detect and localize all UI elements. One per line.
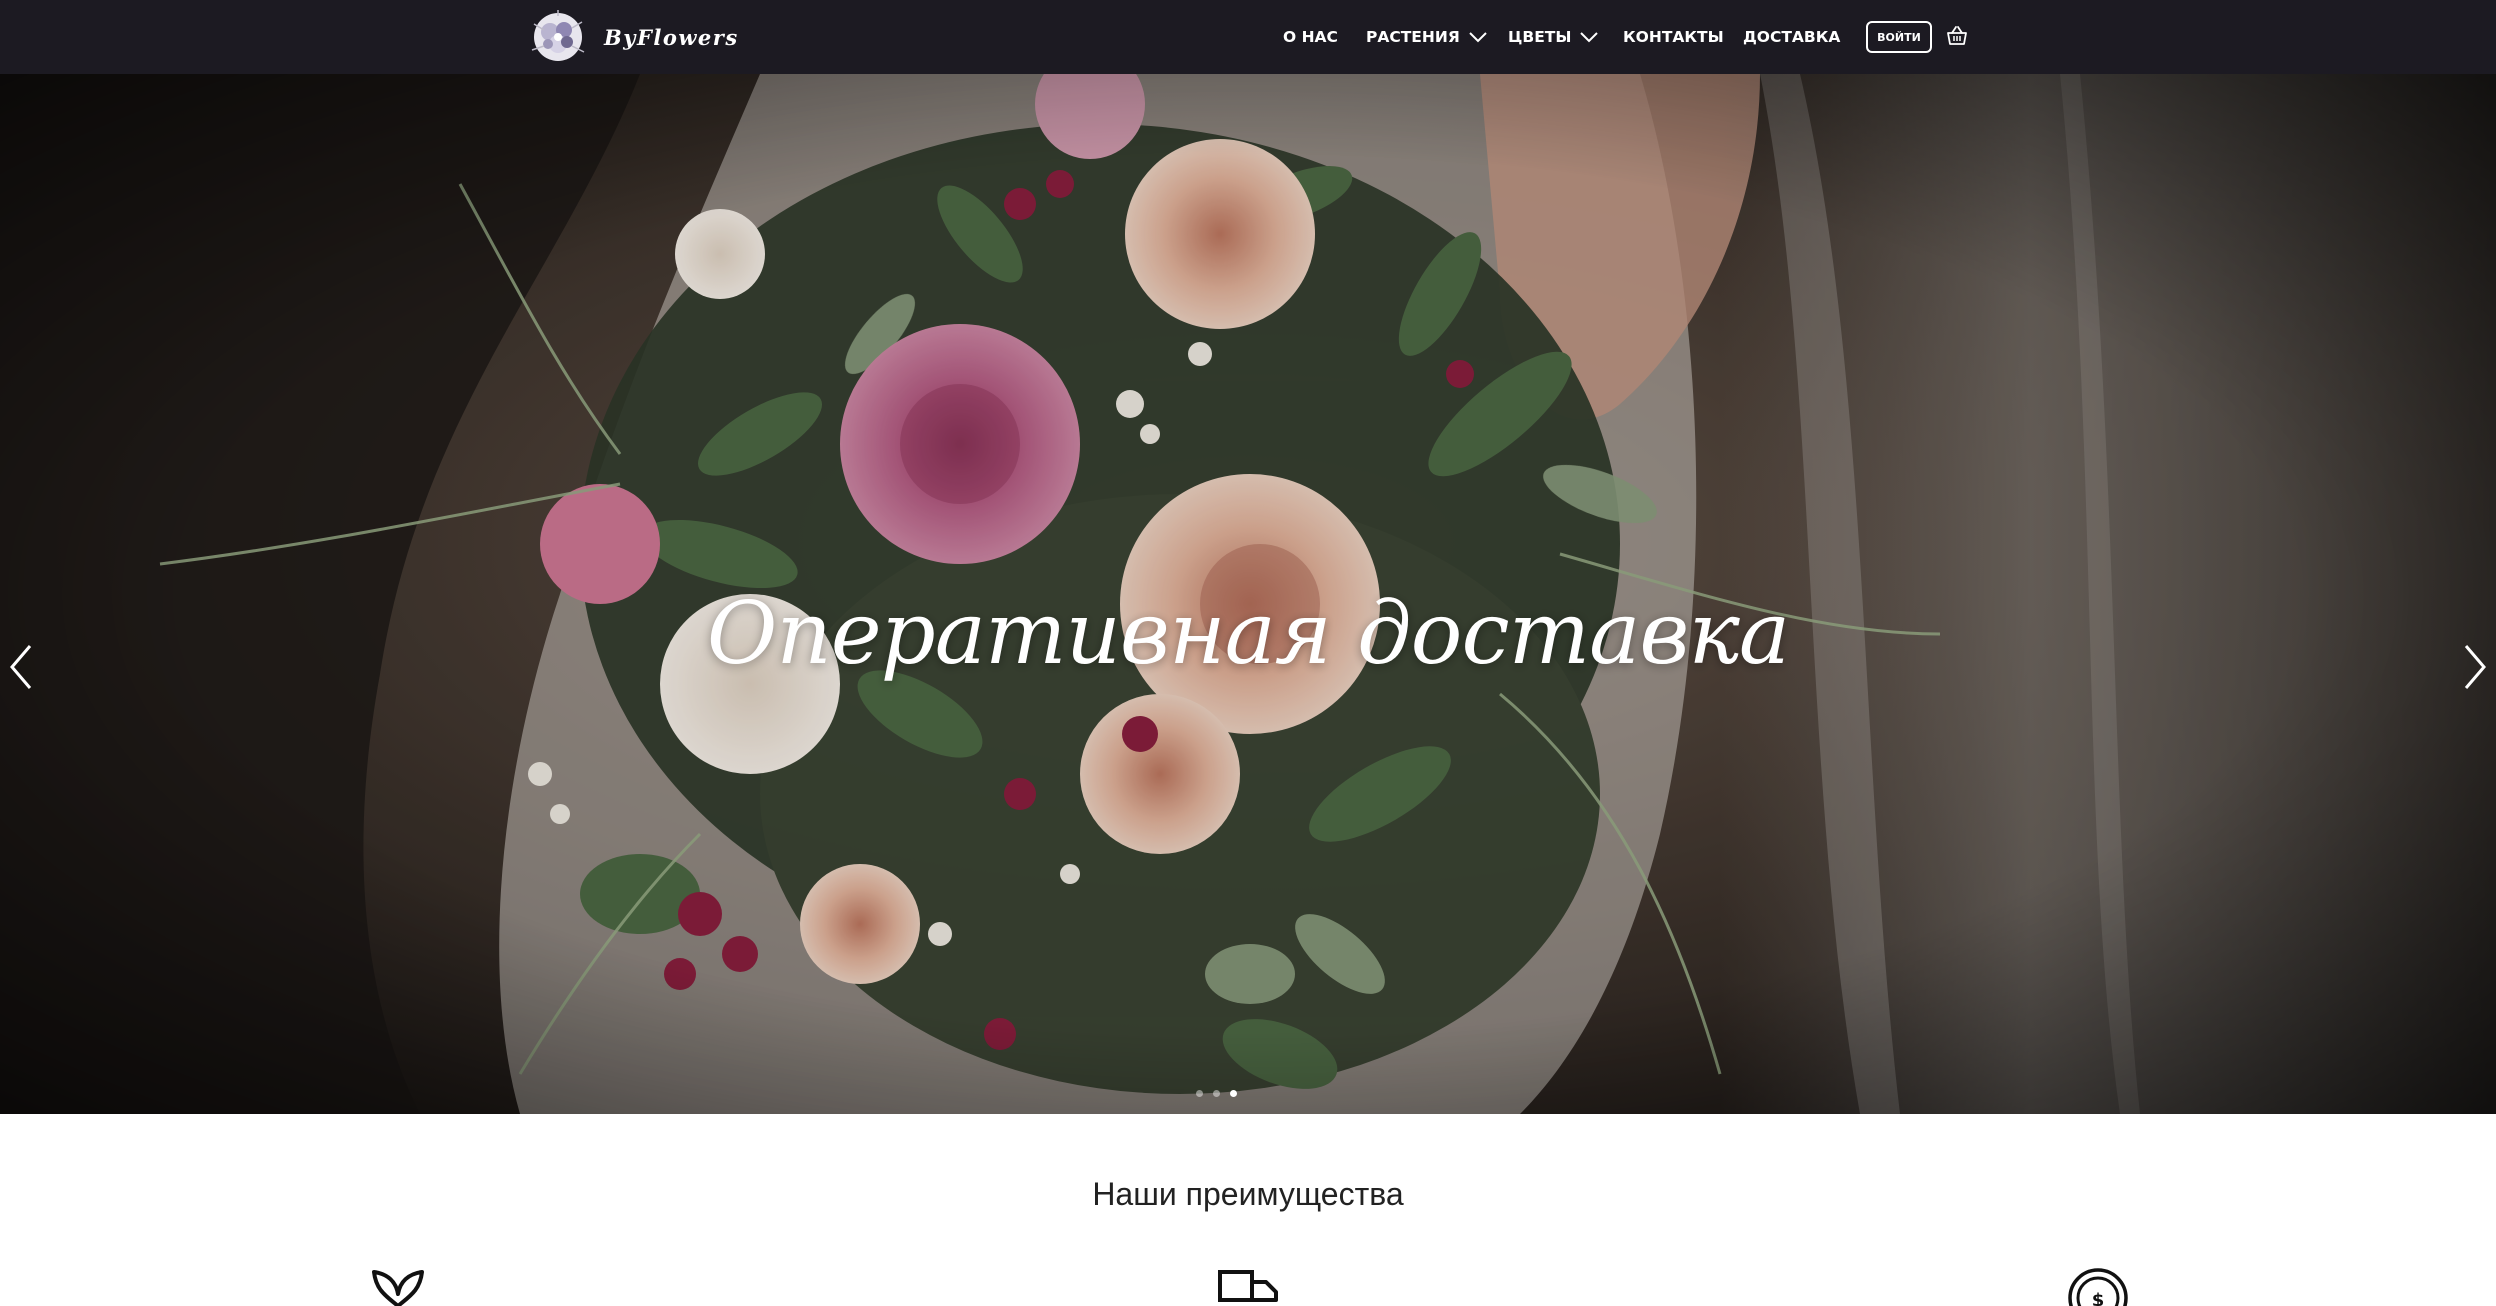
nav-contacts[interactable]: КОНТАКТЫ (1623, 0, 1724, 74)
hero-slider: Оперативная доставка (0, 74, 2496, 1114)
coin-icon: $ (2068, 1268, 2128, 1306)
nav-delivery-label: ДОСТАВКА (1743, 28, 1841, 46)
brand-logo[interactable]: ByFlowers (520, 6, 739, 68)
svg-text:$: $ (2092, 1290, 2105, 1306)
leaf-icon (372, 1270, 424, 1306)
nav-contacts-label: КОНТАКТЫ (1623, 28, 1724, 46)
slider-dot[interactable] (1196, 1090, 1203, 1097)
site-header: ByFlowers О НАС РАСТЕНИЯ ЦВЕТЫ КОНТАКТЫ … (0, 0, 2496, 74)
chevron-down-icon (1469, 32, 1487, 43)
slider-dots (1196, 1090, 1237, 1097)
nav-about-label: О НАС (1283, 28, 1338, 46)
basket-icon[interactable] (1946, 25, 1968, 47)
login-button[interactable]: ВОЙТИ (1866, 21, 1932, 53)
nav-plants-label: РАСТЕНИЯ (1366, 28, 1460, 46)
bouquet-logo-icon (531, 10, 585, 61)
advantages-title: Наши преимущества (1092, 1176, 1404, 1212)
nav-plants[interactable]: РАСТЕНИЯ (1366, 0, 1488, 74)
slider-dot-active[interactable] (1230, 1090, 1237, 1097)
slider-dot[interactable] (1213, 1090, 1220, 1097)
nav-flowers[interactable]: ЦВЕТЫ (1508, 0, 1599, 74)
hero-title: Оперативная доставка (706, 584, 1790, 684)
chevron-down-icon (1580, 32, 1599, 43)
nav-delivery[interactable]: ДОСТАВКА (1743, 0, 1840, 74)
nav-flowers-label: ЦВЕТЫ (1508, 28, 1572, 46)
brand-name: ByFlowers (604, 24, 739, 50)
truck-icon (1218, 1270, 1278, 1302)
chevron-right-icon[interactable] (2460, 642, 2490, 692)
nav-about[interactable]: О НАС (1283, 0, 1338, 74)
chevron-left-icon[interactable] (6, 642, 36, 692)
